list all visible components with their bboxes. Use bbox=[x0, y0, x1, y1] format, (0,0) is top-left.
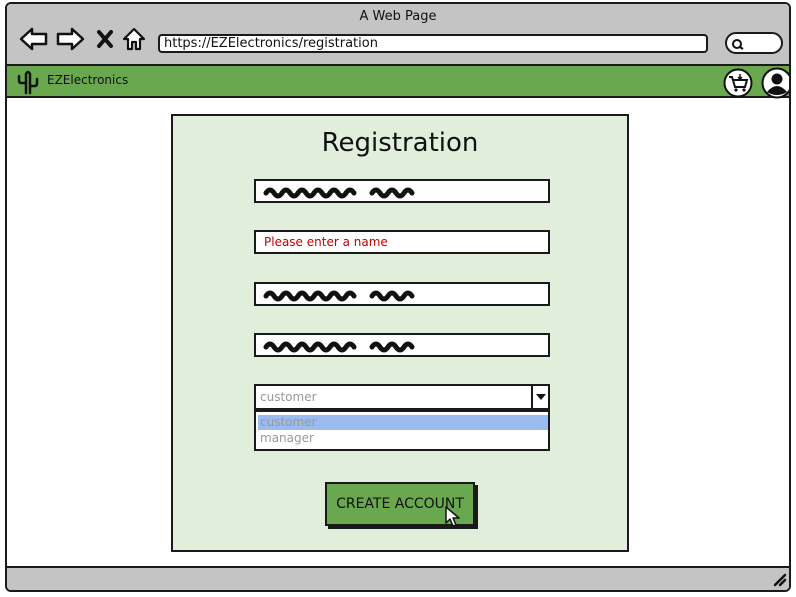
brand-name[interactable]: EZElectronics bbox=[47, 73, 128, 87]
role-dropdown-list: customer manager bbox=[254, 410, 550, 451]
cart-icon[interactable] bbox=[723, 68, 753, 102]
registration-panel: Registration Please enter a name custome… bbox=[171, 114, 629, 552]
email-field[interactable] bbox=[254, 282, 550, 306]
close-icon[interactable] bbox=[95, 26, 115, 52]
window-title: A Web Page bbox=[359, 9, 437, 24]
name-field[interactable]: Please enter a name bbox=[254, 230, 550, 254]
browser-window: A Web Page https://EZElectronics/registr… bbox=[5, 2, 791, 592]
app-header: EZElectronics bbox=[7, 66, 789, 99]
address-bar[interactable]: https://EZElectronics/registration bbox=[158, 34, 708, 53]
role-select[interactable]: customer bbox=[254, 384, 550, 410]
cactus-logo-icon[interactable] bbox=[15, 69, 41, 99]
role-option-manager[interactable]: manager bbox=[258, 431, 548, 446]
browser-statusbar bbox=[7, 566, 789, 590]
mouse-cursor-icon bbox=[445, 506, 460, 527]
chevron-down-icon[interactable] bbox=[531, 386, 548, 408]
role-option-customer[interactable]: customer bbox=[258, 415, 548, 430]
search-icon bbox=[732, 39, 744, 50]
resize-handle-icon[interactable] bbox=[771, 571, 787, 587]
home-icon[interactable] bbox=[121, 26, 147, 52]
back-arrow-icon[interactable] bbox=[19, 26, 49, 52]
browser-search-box[interactable] bbox=[725, 32, 783, 54]
forward-arrow-icon[interactable] bbox=[55, 26, 85, 52]
user-icon[interactable] bbox=[761, 67, 789, 103]
create-account-button[interactable]: CREATE ACCOUNT bbox=[325, 482, 475, 527]
role-select-value: customer bbox=[260, 390, 317, 404]
first-name-field[interactable] bbox=[254, 179, 550, 203]
browser-titlebar: A Web Page https://EZElectronics/registr… bbox=[7, 4, 789, 66]
page-title: Registration bbox=[321, 128, 479, 158]
name-error-message: Please enter a name bbox=[264, 235, 388, 249]
password-field[interactable] bbox=[254, 333, 550, 357]
